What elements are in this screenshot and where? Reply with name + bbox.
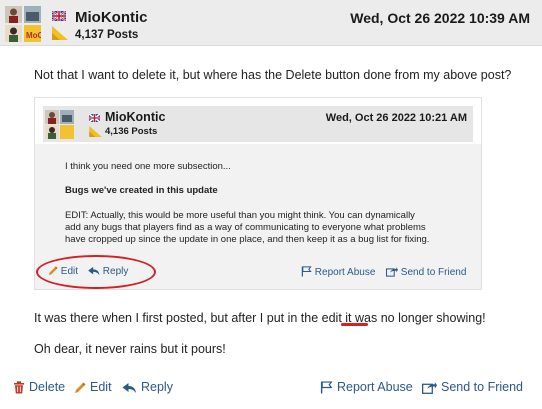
avatar-tile bbox=[60, 125, 74, 139]
quoted-author-name[interactable]: MioKontic bbox=[105, 110, 165, 124]
quoted-text-line: I think you need one more subsection... bbox=[65, 161, 231, 172]
post-header: MoO MioKontic 4,137 Posts Wed, Oct 26 20… bbox=[0, 0, 542, 46]
report-abuse-link[interactable]: Report Abuse bbox=[320, 380, 413, 394]
avatar-tile bbox=[5, 25, 22, 42]
send-to-friend-link[interactable]: Send to Friend bbox=[422, 380, 523, 394]
quoted-text-line: have cropped up since the update in one … bbox=[65, 234, 430, 245]
quoted-report-label: Report Abuse bbox=[314, 267, 376, 278]
quoted-report-link[interactable]: Report Abuse bbox=[301, 266, 375, 278]
reply-link[interactable]: Reply bbox=[122, 380, 173, 394]
delete-link[interactable]: Delete bbox=[13, 380, 65, 394]
quoted-text-line: EDIT: Actually, this would be more usefu… bbox=[65, 210, 415, 221]
uk-flag-icon bbox=[88, 109, 101, 123]
rank-icon bbox=[89, 124, 102, 137]
edit-label: Edit bbox=[90, 380, 112, 394]
reply-label: Reply bbox=[141, 380, 173, 394]
quoted-text-heading: Bugs we've created in this update bbox=[65, 185, 218, 196]
quoted-send-link[interactable]: Send to Friend bbox=[386, 266, 466, 278]
share-icon bbox=[386, 267, 398, 277]
annotation-ellipse bbox=[36, 255, 156, 289]
quoted-post-header-bar: MioKontic 4,136 Posts Wed, Oct 26 2022 1… bbox=[43, 106, 473, 142]
trash-icon bbox=[14, 381, 24, 394]
flag-icon bbox=[301, 266, 312, 277]
post-author-count: 4,137 Posts bbox=[75, 29, 139, 41]
post-author-name[interactable]: MioKontic bbox=[75, 9, 148, 26]
pencil-icon bbox=[75, 382, 86, 393]
avatar-tile: MoO bbox=[24, 25, 41, 42]
svg-text:MoO: MoO bbox=[26, 31, 41, 40]
avatar-tile bbox=[60, 110, 74, 124]
avatar-tile bbox=[5, 6, 22, 23]
post-body-line: Oh dear, it never rains but it pours! bbox=[34, 342, 226, 356]
reply-arrow-icon bbox=[122, 383, 136, 393]
uk-flag-icon bbox=[51, 8, 67, 22]
share-icon bbox=[422, 382, 437, 394]
annotation-underline bbox=[341, 323, 368, 326]
quoted-text-line: add any bugs that players find as a way … bbox=[65, 222, 426, 233]
delete-label: Delete bbox=[29, 380, 66, 394]
report-abuse-label: Report Abuse bbox=[337, 380, 413, 394]
quoted-avatar[interactable] bbox=[45, 110, 75, 140]
post-body-line: It was there when I first posted, but af… bbox=[34, 311, 486, 325]
quoted-send-label: Send to Friend bbox=[400, 267, 467, 278]
avatar[interactable]: MoO bbox=[5, 6, 41, 42]
post-body-line: Not that I want to delete it, but where … bbox=[34, 68, 512, 82]
quoted-post-date: Wed, Oct 26 2022 10:21 AM bbox=[325, 112, 467, 124]
quoted-post-header: MioKontic 4,136 Posts Wed, Oct 26 2022 1… bbox=[35, 98, 481, 144]
avatar-tile bbox=[24, 6, 41, 23]
avatar-tile bbox=[45, 125, 59, 139]
flag-icon bbox=[320, 381, 333, 394]
send-to-friend-label: Send to Friend bbox=[441, 380, 523, 394]
quoted-author-count: 4,136 Posts bbox=[105, 126, 158, 137]
post-date: Wed, Oct 26 2022 10:39 AM bbox=[350, 10, 530, 26]
rank-icon bbox=[52, 26, 68, 40]
avatar-tile bbox=[45, 110, 59, 124]
edit-link[interactable]: Edit bbox=[74, 380, 112, 394]
